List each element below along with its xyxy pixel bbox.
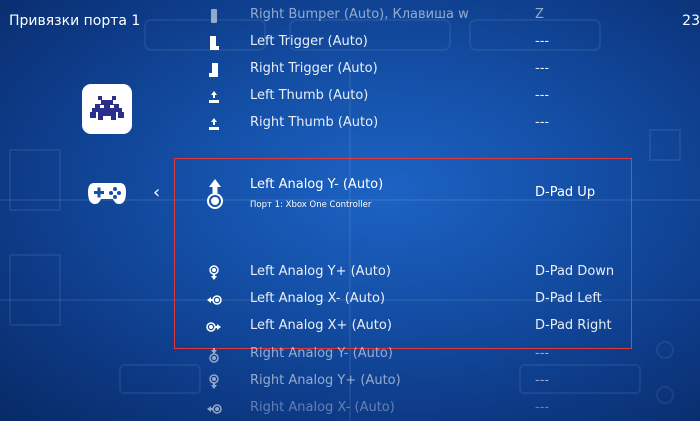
list-item[interactable]: Left Trigger (Auto) --- bbox=[200, 31, 630, 55]
list-item[interactable]: Right Bumper (Auto), Клавиша w Z bbox=[200, 4, 630, 28]
list-item[interactable]: Right Analog Y+ (Auto) --- bbox=[200, 370, 630, 394]
row-value: D-Pad Up bbox=[535, 185, 596, 200]
page-title: Привязки порта 1 bbox=[9, 13, 141, 29]
row-label: Left Analog X- (Auto) bbox=[250, 291, 386, 306]
analog-left-icon bbox=[206, 292, 222, 308]
list-item[interactable]: Right Analog X- (Auto) --- bbox=[200, 397, 630, 421]
analog-up-icon bbox=[203, 179, 227, 209]
row-sublabel: Порт 1: Xbox One Controller bbox=[250, 200, 372, 210]
row-label: Right Thumb (Auto) bbox=[250, 115, 379, 130]
row-value: --- bbox=[535, 88, 550, 103]
row-value: --- bbox=[535, 346, 550, 361]
list-item[interactable]: Left Analog X- (Auto) D-Pad Left bbox=[200, 288, 630, 312]
row-value: D-Pad Down bbox=[535, 264, 615, 279]
row-label: Right Analog Y- (Auto) bbox=[250, 346, 393, 361]
row-value: --- bbox=[535, 373, 550, 388]
header-clock: 23 bbox=[682, 13, 700, 29]
list-item[interactable]: Left Analog X+ (Auto) D-Pad Right bbox=[200, 315, 630, 339]
list-item[interactable]: Right Thumb (Auto) --- bbox=[200, 112, 630, 136]
row-value: --- bbox=[535, 400, 550, 415]
row-value: --- bbox=[535, 61, 550, 76]
row-label: Right Bumper (Auto), Клавиша w bbox=[250, 7, 469, 22]
row-value: --- bbox=[535, 34, 550, 49]
row-label: Right Analog Y+ (Auto) bbox=[250, 373, 401, 388]
row-label: Right Analog X- (Auto) bbox=[250, 400, 395, 415]
gamepad-icon[interactable] bbox=[88, 180, 126, 206]
row-label: Left Trigger (Auto) bbox=[250, 34, 368, 49]
row-value: D-Pad Left bbox=[535, 291, 602, 306]
right-analog-up-icon bbox=[206, 374, 222, 390]
right-bumper-icon bbox=[206, 8, 222, 24]
chevron-left-icon[interactable]: ‹ bbox=[153, 182, 160, 203]
row-label: Left Analog X+ (Auto) bbox=[250, 318, 392, 333]
list-item-selected[interactable]: Left Analog Y- (Auto) Порт 1: Xbox One C… bbox=[200, 172, 630, 222]
right-thumb-icon bbox=[206, 116, 222, 132]
row-label: Left Analog Y- (Auto) bbox=[250, 177, 384, 192]
left-trigger-icon bbox=[206, 35, 222, 51]
right-trigger-icon bbox=[206, 62, 222, 78]
left-thumb-icon bbox=[206, 89, 222, 105]
list-item[interactable]: Left Analog Y+ (Auto) D-Pad Down bbox=[200, 261, 630, 285]
list-item[interactable]: Left Thumb (Auto) --- bbox=[200, 85, 630, 109]
row-label: Left Thumb (Auto) bbox=[250, 88, 369, 103]
right-analog-left-icon bbox=[206, 401, 222, 417]
analog-right-icon bbox=[206, 319, 222, 335]
row-value: D-Pad Right bbox=[535, 318, 612, 333]
list-item[interactable]: Right Trigger (Auto) --- bbox=[200, 58, 630, 82]
row-label: Left Analog Y+ (Auto) bbox=[250, 264, 391, 279]
row-value: Z bbox=[535, 7, 544, 22]
retroarch-invader-icon[interactable] bbox=[82, 84, 132, 134]
list-item[interactable]: Right Analog Y- (Auto) --- bbox=[200, 343, 630, 367]
analog-down-icon bbox=[206, 265, 222, 281]
row-label: Right Trigger (Auto) bbox=[250, 61, 378, 76]
right-analog-down-icon bbox=[206, 347, 222, 363]
row-value: --- bbox=[535, 115, 550, 130]
